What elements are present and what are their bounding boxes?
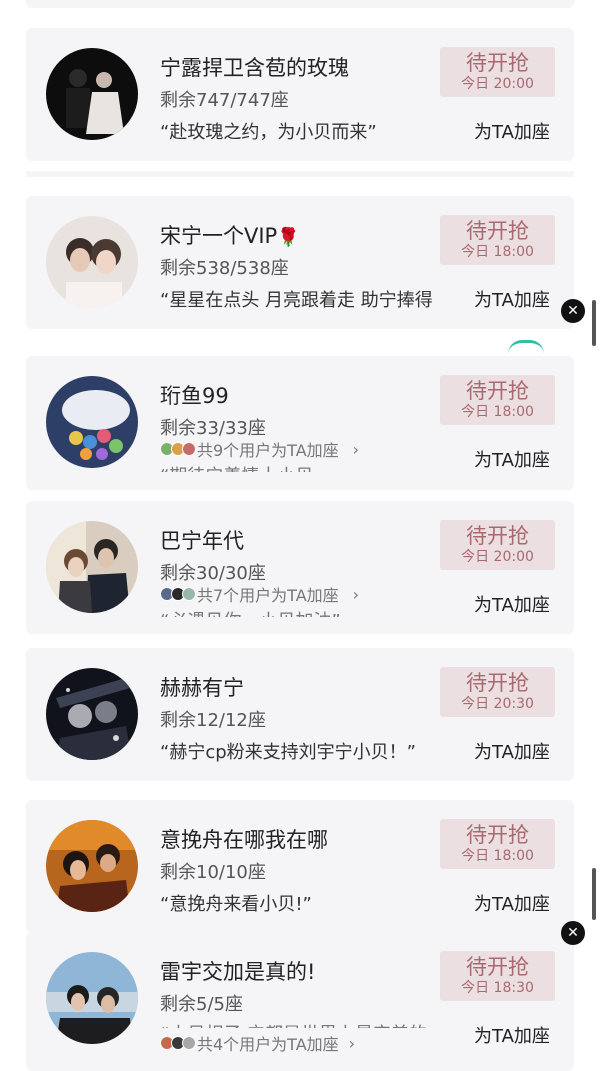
- card-divider: [26, 171, 574, 177]
- avatar: [46, 376, 138, 468]
- grab-time: 今日 20:30: [461, 696, 534, 712]
- group-name: 珩鱼99: [160, 384, 229, 408]
- seat-card[interactable]: 雷宇交加是真的! 剩余5/5座 “小贝相子 宁都是世界上最完美的 共4个用户为T…: [26, 932, 574, 1071]
- seat-card[interactable]: 巴宁年代 剩余30/30座 共7个用户为TA加座 › “必遇见你，小贝加油” 待…: [26, 501, 574, 634]
- grab-button[interactable]: 待开抢 今日 18:00: [440, 819, 555, 869]
- supporters-text: 共7个用户为TA加座: [197, 586, 339, 603]
- seat-card[interactable]: 意挽舟在哪我在哪 剩余10/10座 “意挽舟来看小贝!” 待开抢 今日 18:0…: [26, 800, 574, 933]
- seat-count: 剩余30/30座: [160, 563, 266, 584]
- seat-count: 剩余33/33座: [160, 418, 266, 439]
- scrollbar[interactable]: [592, 300, 596, 346]
- add-seat-link[interactable]: 为TA加座: [474, 890, 550, 916]
- grab-button[interactable]: 待开抢 今日 20:00: [440, 520, 555, 570]
- grab-label: 待开抢: [466, 524, 529, 548]
- supporters-text: 共4个用户为TA加座: [197, 1035, 339, 1052]
- seat-count: 剩余12/12座: [160, 710, 266, 731]
- grab-label: 待开抢: [466, 671, 529, 695]
- group-quote: “必遇见你，小贝加油”: [160, 607, 341, 617]
- previous-card-edge: [26, 0, 574, 8]
- grab-button[interactable]: 待开抢 今日 20:00: [440, 47, 555, 97]
- group-name: 意挽舟在哪我在哪: [160, 828, 328, 852]
- group-quote: “期待宁羡情十小贝: [160, 462, 313, 472]
- chevron-right-icon: ›: [352, 440, 360, 458]
- supporters-row[interactable]: 共4个用户为TA加座 ›: [160, 1034, 355, 1052]
- close-icon[interactable]: ✕: [561, 299, 585, 323]
- supporter-avatars: [160, 587, 196, 601]
- grab-time: 今日 20:00: [461, 76, 534, 92]
- grab-button[interactable]: 待开抢 今日 20:30: [440, 667, 555, 717]
- group-name: 赫赫有宁: [160, 676, 244, 700]
- grab-button[interactable]: 待开抢 今日 18:30: [440, 951, 555, 1001]
- grab-button[interactable]: 待开抢 今日 18:00: [440, 215, 555, 265]
- supporter-avatars: [160, 442, 196, 456]
- avatar: [46, 216, 138, 308]
- avatar: [46, 668, 138, 760]
- seat-count: 剩余5/5座: [160, 994, 243, 1015]
- add-seat-link[interactable]: 为TA加座: [474, 286, 550, 312]
- grab-time: 今日 18:00: [461, 404, 534, 420]
- chevron-right-icon: ›: [348, 1034, 356, 1052]
- avatar: [46, 952, 138, 1044]
- seat-count: 剩余747/747座: [160, 90, 289, 111]
- avatar: [46, 521, 138, 613]
- add-seat-link[interactable]: 为TA加座: [474, 591, 550, 617]
- seat-card[interactable]: 珩鱼99 剩余33/33座 共9个用户为TA加座 › “期待宁羡情十小贝 待开抢…: [26, 356, 574, 490]
- add-seat-link[interactable]: 为TA加座: [474, 738, 550, 764]
- group-quote: “星星在点头 月亮跟着走 助宁捧得: [160, 290, 433, 311]
- supporter-avatars: [160, 1036, 196, 1050]
- grab-label: 待开抢: [466, 955, 529, 979]
- supporters-row[interactable]: 共9个用户为TA加座 ›: [160, 440, 359, 458]
- group-name: 雷宇交加是真的!: [160, 960, 316, 984]
- group-quote: “赫宁cp粉来支持刘宇宁小贝！”: [160, 742, 416, 763]
- add-seat-link[interactable]: 为TA加座: [474, 118, 550, 144]
- grab-label: 待开抢: [466, 823, 529, 847]
- seat-card[interactable]: 赫赫有宁 剩余12/12座 “赫宁cp粉来支持刘宇宁小贝！” 待开抢 今日 20…: [26, 648, 574, 781]
- add-seat-link[interactable]: 为TA加座: [474, 1022, 550, 1048]
- supporters-row[interactable]: 共7个用户为TA加座 ›: [160, 585, 359, 603]
- grab-label: 待开抢: [466, 51, 529, 75]
- rose-emoji-icon: 🌹: [277, 227, 300, 248]
- group-quote: “赴玫瑰之约，为小贝而来”: [160, 122, 377, 143]
- seat-count: 剩余538/538座: [160, 258, 289, 279]
- grab-time: 今日 18:00: [461, 848, 534, 864]
- add-seat-link[interactable]: 为TA加座: [474, 446, 550, 472]
- grab-time: 今日 18:30: [461, 980, 534, 996]
- floating-widget-edge: [508, 340, 544, 354]
- close-icon[interactable]: ✕: [561, 921, 585, 945]
- grab-label: 待开抢: [466, 379, 529, 403]
- seat-count: 剩余10/10座: [160, 862, 266, 883]
- grab-time: 今日 20:00: [461, 549, 534, 565]
- grab-button[interactable]: 待开抢 今日 18:00: [440, 375, 555, 425]
- grab-time: 今日 18:00: [461, 244, 534, 260]
- group-name: 宁露捍卫含苞的玫瑰: [160, 56, 349, 80]
- seat-card[interactable]: 宋宁一个VIP🌹 剩余538/538座 “星星在点头 月亮跟着走 助宁捧得 待开…: [26, 196, 574, 329]
- seat-card[interactable]: 宁露捍卫含苞的玫瑰 剩余747/747座 “赴玫瑰之约，为小贝而来” 待开抢 今…: [26, 28, 574, 161]
- supporters-text: 共9个用户为TA加座: [197, 441, 339, 458]
- chevron-right-icon: ›: [352, 585, 360, 603]
- group-name: 巴宁年代: [160, 529, 244, 553]
- group-name-text: 宋宁一个VIP: [160, 224, 278, 248]
- avatar: [46, 48, 138, 140]
- avatar: [46, 820, 138, 912]
- group-quote: “意挽舟来看小贝!”: [160, 894, 312, 915]
- group-quote: “小贝相子 宁都是世界上最完美的: [160, 1020, 427, 1028]
- group-name: 宋宁一个VIP🌹: [160, 220, 300, 250]
- scrollbar[interactable]: [592, 868, 596, 920]
- grab-label: 待开抢: [466, 219, 529, 243]
